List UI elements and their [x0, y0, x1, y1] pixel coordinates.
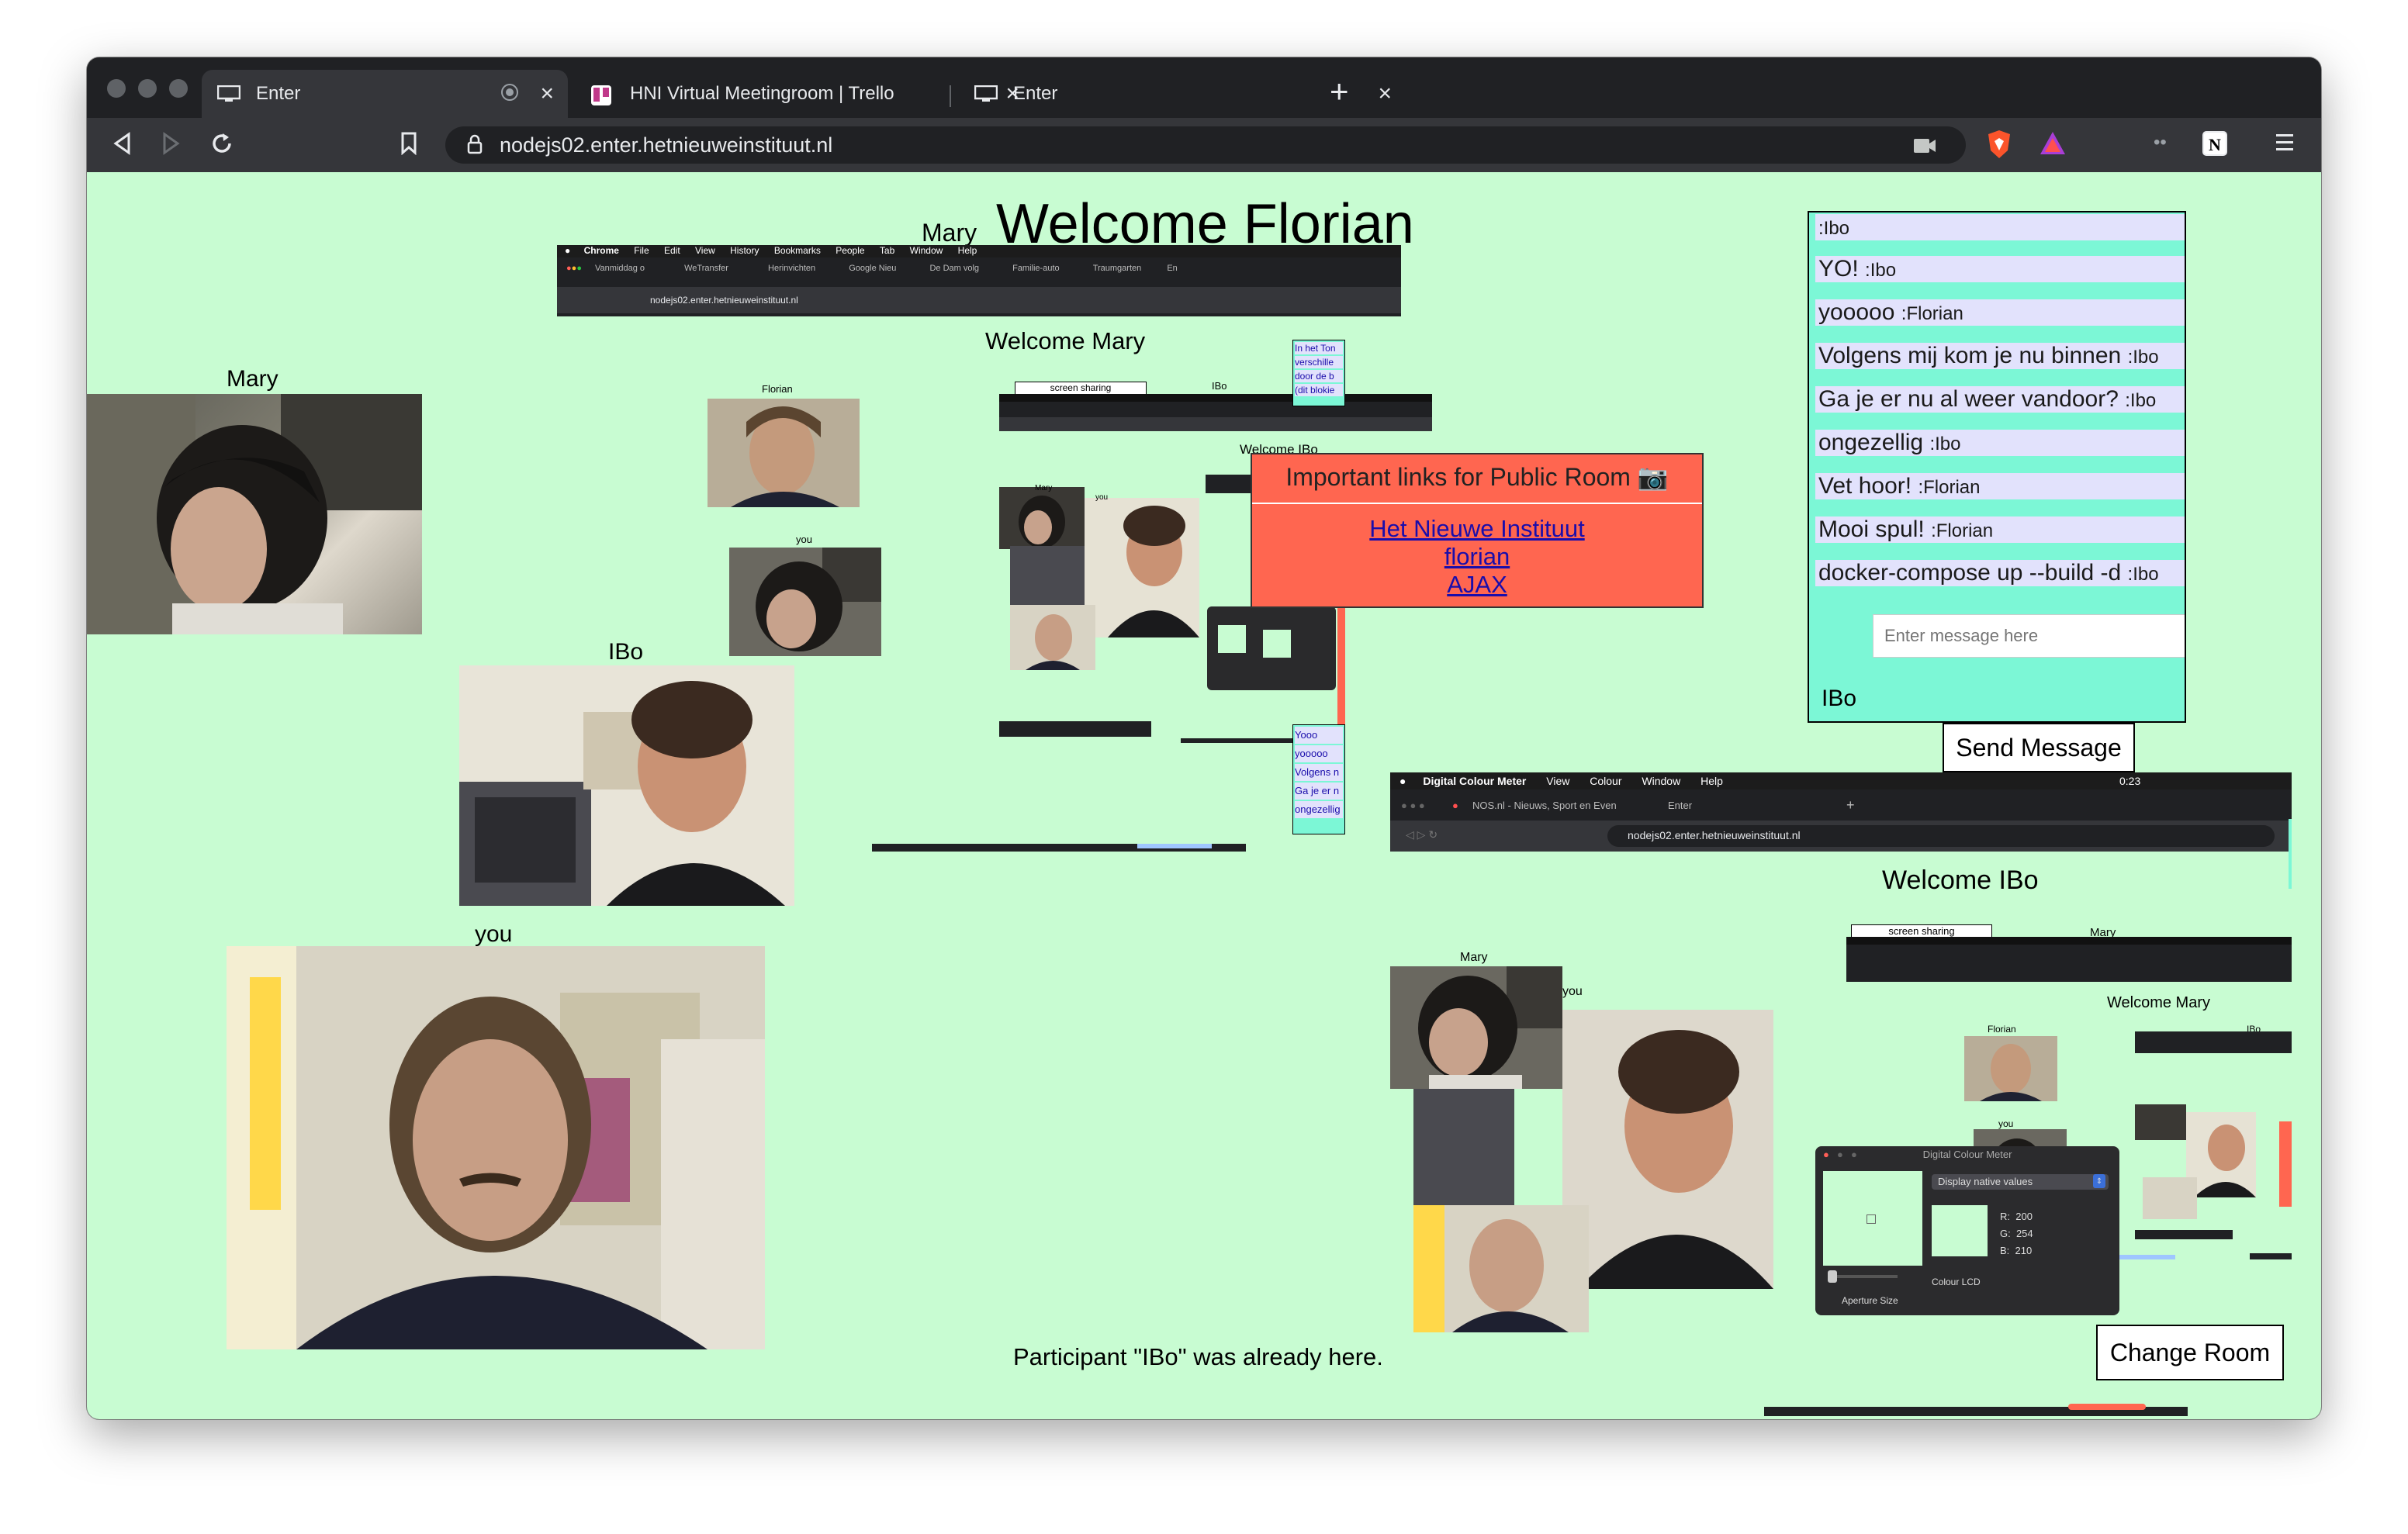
participant-notice: Participant "IBo" was already here. [1013, 1343, 1383, 1370]
browser-window: Enter × HNI Virtual Meetingroom | Trello… [87, 57, 2321, 1419]
monitor-icon [974, 85, 998, 102]
chat-message: YO! :Ibo [1815, 256, 2185, 282]
video-ibo [459, 665, 794, 906]
nested-ibo-address: ◁ ▷ ↻ nodejs02.enter.hetnieuweinstituut.… [1390, 821, 2292, 852]
send-message-button[interactable]: Send Message [1943, 723, 2135, 772]
nested-address: nodejs02.enter.hetnieuweinstituut.nl [557, 287, 1401, 313]
chat-message: yooooo :Florian [1815, 299, 2185, 326]
tab-title: Enter [256, 83, 301, 104]
link-het-nieuwe-instituut[interactable]: Het Nieuwe Instituut [1252, 515, 1702, 543]
nested-welcome-mary: Welcome Mary [985, 327, 1146, 354]
trello-icon [591, 85, 614, 105]
toolbar: nodejs02.enter.hetnieuweinstituut.nl •• … [87, 118, 2321, 172]
colour-meter-values: R: 200 G: 254 B: 210 [2000, 1211, 2033, 1256]
nested-tabs: ●●● Vanmiddag o WeTransfer Herinvichten … [566, 264, 1178, 273]
chat-message: Ga je er nu al weer vandoor? :Ibo [1815, 386, 2185, 413]
recording-icon [501, 84, 518, 101]
nested-ibo-video-room [1413, 1089, 1514, 1205]
chat-message-input[interactable] [1873, 614, 2185, 658]
minimize-window-button[interactable] [138, 79, 157, 98]
chat-name-label: IBo [1822, 686, 1857, 711]
forward-icon[interactable] [161, 132, 182, 159]
address-bar[interactable]: nodejs02.enter.hetnieuweinstituut.nl [445, 126, 1966, 164]
tab-strip: Enter × HNI Virtual Meetingroom | Trello… [87, 57, 2321, 118]
nested-ibo-video-florian [1413, 1205, 1589, 1332]
new-tab-button[interactable]: + [1330, 73, 1349, 110]
link-florian[interactable]: florian [1252, 543, 1702, 571]
chat-message: :Ibo [1815, 214, 2185, 240]
digital-colour-meter-window: ● ● ● Digital Colour Meter Display nativ… [1815, 1146, 2119, 1315]
svg-text:N: N [2209, 135, 2221, 154]
chat-message: ongezellig :Ibo [1815, 430, 2185, 456]
colour-meter-titlebar: ● ● ● Digital Colour Meter [1823, 1149, 2012, 1160]
aperture-size-slider[interactable] [1828, 1270, 1898, 1283]
important-links-panel: Important links for Public Room 📷 Het Ni… [1251, 453, 1704, 608]
tab-title: Enter [1013, 83, 1058, 104]
back-icon[interactable] [112, 132, 132, 159]
colour-meter-mode-select[interactable]: Display native values ⇕ [1932, 1174, 2109, 1190]
zoom-window-button[interactable] [169, 79, 188, 98]
lock-icon [467, 134, 483, 160]
apple-icon: ● [565, 245, 571, 256]
nested-side-chat-bottom: Yooo yooooo Volgens n Ga je er n ongezel… [1292, 724, 1345, 834]
camera-icon[interactable] [1913, 136, 1936, 160]
colour-meter-swatch [1932, 1205, 1988, 1256]
nested-ibo-video-mary [1390, 966, 1562, 1089]
nested-colour-meter-small [1207, 606, 1336, 690]
close-tab-icon[interactable]: × [1378, 81, 1392, 107]
close-window-button[interactable] [107, 79, 126, 98]
bookmark-icon[interactable] [400, 132, 417, 159]
menu-icon[interactable] [2275, 132, 2295, 157]
url-text: nodejs02.enter.hetnieuweinstituut.nl [500, 133, 833, 157]
nested-label-you: you [796, 534, 812, 545]
nested-side-chat-top: In het Ton verschille door de b (dit blo… [1292, 340, 1345, 406]
nested-video-you [729, 548, 881, 656]
chat-message: Mooi spul! :Florian [1815, 517, 2185, 543]
page-content: Mary Welcome Florian Mary IBo you ● Chro… [87, 172, 2321, 1419]
nested-browser-chrome-mary: ● Chrome File Edit View History Bookmark… [557, 245, 1401, 316]
nested-ibo-menubar: ● Digital Colour Meter View Colour Windo… [1390, 772, 2292, 789]
tab-title: HNI Virtual Meetingroom | Trello [630, 83, 894, 104]
chat-message: Volgens mij kom je nu binnen :Ibo [1815, 343, 2185, 369]
brave-rewards-icon[interactable] [2039, 130, 2067, 161]
chat-message: Vet hoor! :Florian [1815, 473, 2185, 499]
nested-ibo-video-ibo [1562, 1010, 1773, 1289]
video-label-mary: Mary [227, 366, 279, 392]
link-ajax[interactable]: AJAX [1252, 571, 1702, 599]
video-label-you: you [475, 921, 513, 947]
video-mary [87, 394, 422, 634]
welcome-prefix-name: Mary [922, 219, 977, 247]
change-room-button[interactable]: Change Room [2096, 1325, 2284, 1380]
monitor-icon [216, 85, 241, 102]
nested-label-ibo: IBo [1212, 380, 1227, 392]
nested-video-florian [708, 399, 860, 507]
nested-menubar: ● Chrome File Edit View History Bookmark… [557, 245, 1401, 257]
chat-message: docker-compose up --build -d :Ibo [1815, 560, 2185, 586]
tab-enter-active[interactable]: Enter × [202, 70, 568, 118]
brave-shield-icon[interactable] [1986, 129, 2012, 164]
close-tab-icon[interactable]: × [540, 81, 554, 107]
nested-ibo-tabs: ● ● ● ● NOS.nl - Nieuws, Sport en Even E… [1390, 789, 2292, 821]
extension-icon[interactable]: •• [2154, 133, 2167, 152]
nested-label-florian: Florian [762, 383, 793, 395]
colour-meter-aperture-view [1823, 1171, 1922, 1266]
reload-icon[interactable] [209, 130, 234, 161]
links-panel-title: Important links for Public Room 📷 [1252, 462, 1702, 504]
video-label-ibo: IBo [608, 639, 644, 665]
video-you [227, 946, 765, 1349]
notion-icon[interactable]: N [2202, 130, 2228, 161]
chat-panel: :Ibo YO! :Ibo yooooo :Florian Volgens mi… [1808, 211, 2186, 723]
nested-browser-chrome-2 [999, 394, 1432, 431]
nested-ibo-welcome: Welcome IBo [1882, 865, 2039, 895]
